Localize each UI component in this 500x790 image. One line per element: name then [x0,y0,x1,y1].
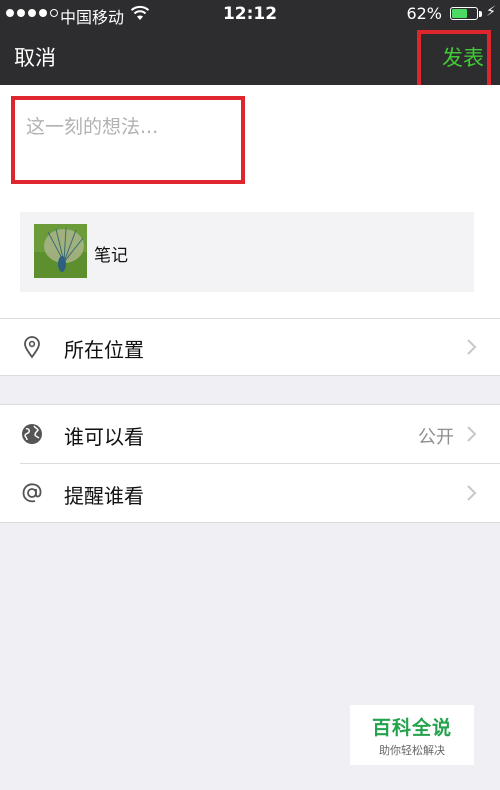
battery-percent: 62% [406,4,442,23]
visibility-label: 谁可以看 [64,425,144,449]
visibility-value: 公开 [418,427,454,448]
visibility-row[interactable]: 谁可以看 公开 [0,405,500,463]
location-group: 所在位置 [0,318,500,376]
globe-icon [22,424,42,444]
chevron-right-icon [467,485,477,501]
chevron-right-icon [467,426,477,442]
battery-fill [452,9,467,18]
privacy-group: 谁可以看 公开 提醒谁看 [0,404,500,523]
watermark-subtitle: 助你轻松解决 [379,744,445,757]
battery-icon [450,7,478,20]
divider [0,375,500,376]
watermark-title: 百科全说 [371,717,452,739]
location-pin-icon [24,336,40,359]
shared-link-title: 笔记 [94,246,128,266]
status-bar: 中国移动 12:12 62% ⚡ [0,0,500,28]
cancel-button[interactable]: 取消 [14,42,56,72]
at-sign-icon [22,483,42,503]
divider [0,522,500,523]
shared-link-thumbnail [34,224,87,278]
thought-input-highlight [11,96,245,184]
mention-label: 提醒谁看 [64,484,144,508]
battery-tip [479,11,482,17]
location-label: 所在位置 [64,338,144,362]
chevron-right-icon [467,339,477,355]
watermark-logo: 百科全说 助你轻松解决 [350,705,474,765]
mention-row[interactable]: 提醒谁看 [0,464,500,522]
location-row[interactable]: 所在位置 [0,318,500,376]
charging-bolt-icon: ⚡ [486,4,496,20]
shared-link-card[interactable]: 笔记 [20,212,474,292]
